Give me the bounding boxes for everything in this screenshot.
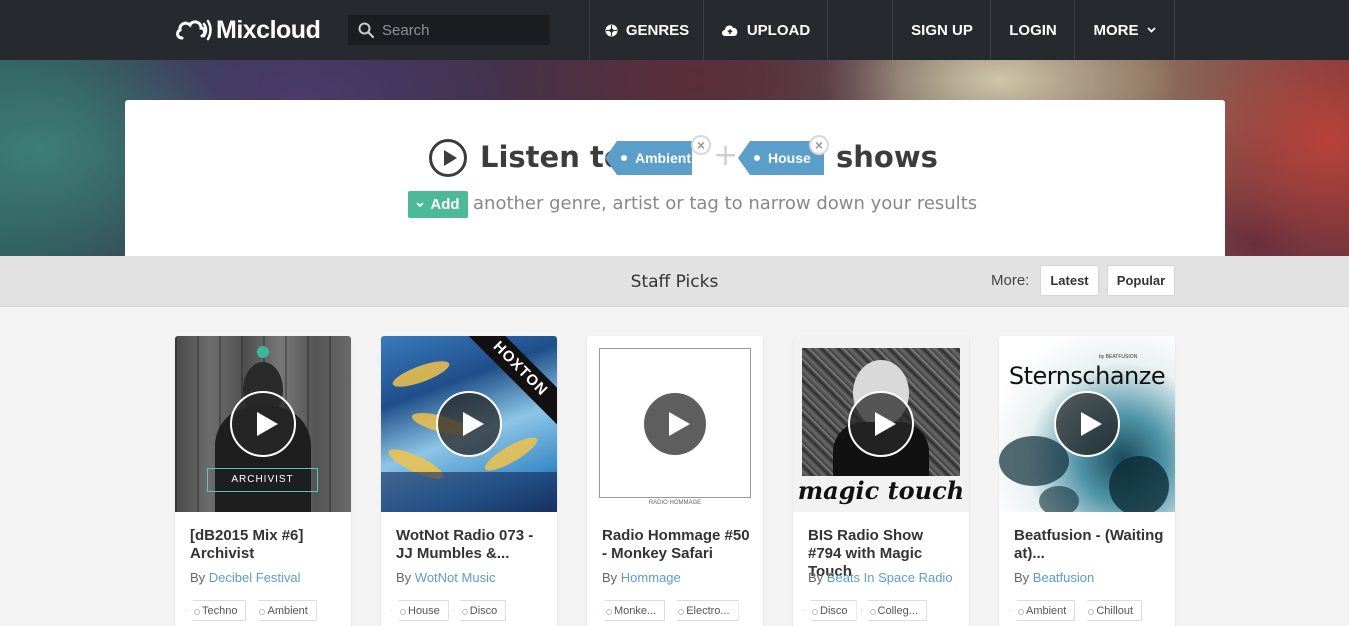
card-tag[interactable]: Colleg...: [860, 600, 927, 621]
show-artwork[interactable]: ARCHIVIST: [175, 336, 351, 512]
show-card[interactable]: by BEATFUSION Sternschanze Beatfusion - …: [999, 336, 1175, 626]
staff-picks-bar: Staff Picks More: Latest Popular: [0, 256, 1349, 307]
show-card[interactable]: RADIO HOMMAGE Radio Hommage #50 - Monkey…: [587, 336, 763, 626]
show-title[interactable]: Beatfusion - (Waiting at)...: [1014, 527, 1164, 563]
card-tags: Techno Ambient: [185, 600, 317, 621]
author-link[interactable]: Beats In Space Radio: [827, 570, 953, 585]
nav-genres-label: GENRES: [625, 21, 690, 39]
search-input[interactable]: [382, 21, 542, 39]
card-tags: Ambient Chillout: [1009, 600, 1143, 621]
nav-genres[interactable]: GENRES: [589, 0, 704, 60]
play-button-icon[interactable]: [230, 391, 296, 457]
card-tag[interactable]: Monke...: [597, 600, 666, 621]
listen-row: Listen to Ambient × + House × shows: [125, 135, 1225, 180]
tag-house-close-icon[interactable]: ×: [809, 135, 829, 155]
tag-ambient[interactable]: Ambient: [605, 141, 692, 175]
upload-cloud-icon: [721, 24, 739, 37]
nav-login-label: LOGIN: [1009, 21, 1057, 39]
sort-popular-label: Popular: [1116, 273, 1166, 288]
card-tag[interactable]: Electro...: [669, 600, 739, 621]
card-tags: House Disco: [391, 600, 507, 621]
show-title[interactable]: WotNot Radio 073 - JJ Mumbles &...: [396, 527, 546, 563]
artwork-label: RADIO HOMMAGE: [648, 500, 702, 506]
show-author-line: By Decibel Festival: [190, 570, 301, 585]
plus-icon: +: [713, 138, 739, 173]
nav-upload[interactable]: UPLOAD: [703, 0, 827, 60]
show-card[interactable]: magic touch BIS Radio Show #794 with Mag…: [793, 336, 969, 626]
card-tag[interactable]: Ambient: [250, 600, 317, 621]
show-author-line: By WotNot Music: [396, 570, 496, 585]
narrow-results-text: another genre, artist or tag to narrow d…: [473, 193, 978, 214]
tag-ambient-label: Ambient: [635, 150, 691, 166]
play-button-icon[interactable]: [1054, 391, 1120, 457]
show-artwork[interactable]: by BEATFUSION Sternschanze: [999, 336, 1175, 512]
sort-popular-button[interactable]: Popular: [1107, 265, 1175, 296]
search-icon: [358, 22, 374, 38]
show-author-line: By Hommage: [602, 570, 681, 585]
play-button-icon[interactable]: [436, 391, 502, 457]
chevron-down-icon: [416, 201, 425, 207]
artwork-label: ARCHIVIST: [207, 468, 318, 492]
cloud-logo-icon: [176, 19, 212, 41]
sort-latest-label: Latest: [1050, 273, 1089, 288]
listen-to-text: Listen to: [480, 140, 624, 174]
author-link[interactable]: WotNot Music: [415, 570, 496, 585]
add-button-label: Add: [430, 196, 460, 213]
play-button-icon[interactable]: [848, 391, 914, 457]
play-icon[interactable]: [429, 139, 467, 177]
show-title[interactable]: Radio Hommage #50 - Monkey Safari: [602, 527, 752, 563]
author-link[interactable]: Beatfusion: [1033, 570, 1094, 585]
show-title[interactable]: [dB2015 Mix #6] Archivist: [190, 527, 340, 563]
nav-sign-up-label: SIGN UP: [911, 21, 973, 39]
more-label: More:: [991, 272, 1030, 289]
card-tag[interactable]: Disco: [452, 600, 507, 621]
author-link[interactable]: Decibel Festival: [209, 570, 301, 585]
add-button[interactable]: Add: [408, 191, 468, 218]
show-artwork[interactable]: RADIO HOMMAGE: [587, 336, 763, 512]
artwork-sublabel: by BEATFUSION: [1099, 354, 1138, 360]
sort-latest-button[interactable]: Latest: [1040, 265, 1099, 296]
top-nav: Mixcloud GENRES UPLOAD SIGN UP LOGIN MOR…: [0, 0, 1349, 60]
show-card[interactable]: ARCHIVIST [dB2015 Mix #6] Archivist By D…: [175, 336, 351, 626]
card-tags: Disco Colleg...: [803, 600, 927, 621]
play-button-icon[interactable]: [642, 391, 708, 457]
genres-icon: [605, 24, 618, 37]
tag-house-label: House: [768, 150, 811, 166]
card-tag[interactable]: Chillout: [1079, 600, 1143, 621]
card-tag[interactable]: Techno: [185, 600, 247, 621]
show-author-line: By Beats In Space Radio: [808, 570, 953, 585]
nav-more[interactable]: MORE: [1074, 0, 1175, 60]
card-tags: Monke... Electro...: [597, 600, 739, 621]
card-tag[interactable]: House: [391, 600, 449, 621]
search-box[interactable]: [348, 15, 550, 45]
nav-sign-up[interactable]: SIGN UP: [892, 0, 991, 60]
tag-ambient-close-icon[interactable]: ×: [691, 135, 711, 155]
shows-text: shows: [836, 140, 938, 174]
logo-text: Mixcloud: [216, 15, 321, 44]
author-link[interactable]: Hommage: [621, 570, 681, 585]
artwork-label: Sternschanze: [1008, 362, 1166, 390]
show-author-line: By Beatfusion: [1014, 570, 1095, 585]
nav-spacer: [827, 0, 892, 60]
card-tag[interactable]: Disco: [803, 600, 857, 621]
decibel-logo-icon: [257, 346, 269, 358]
artwork-label: magic touch: [797, 476, 965, 505]
nav-login[interactable]: LOGIN: [990, 0, 1075, 60]
show-card[interactable]: HOXTON WotNot Radio 073 - JJ Mumbles &..…: [381, 336, 557, 626]
hero-card: Listen to Ambient × + House × shows Add …: [125, 100, 1225, 256]
nav-upload-label: UPLOAD: [746, 21, 811, 39]
card-tag[interactable]: Ambient: [1009, 600, 1076, 621]
nav-more-label: MORE: [1093, 21, 1139, 39]
show-artwork[interactable]: magic touch: [793, 336, 969, 512]
chevron-down-icon: [1146, 27, 1156, 33]
show-artwork[interactable]: HOXTON: [381, 336, 557, 512]
mixcloud-logo[interactable]: Mixcloud: [174, 14, 321, 46]
